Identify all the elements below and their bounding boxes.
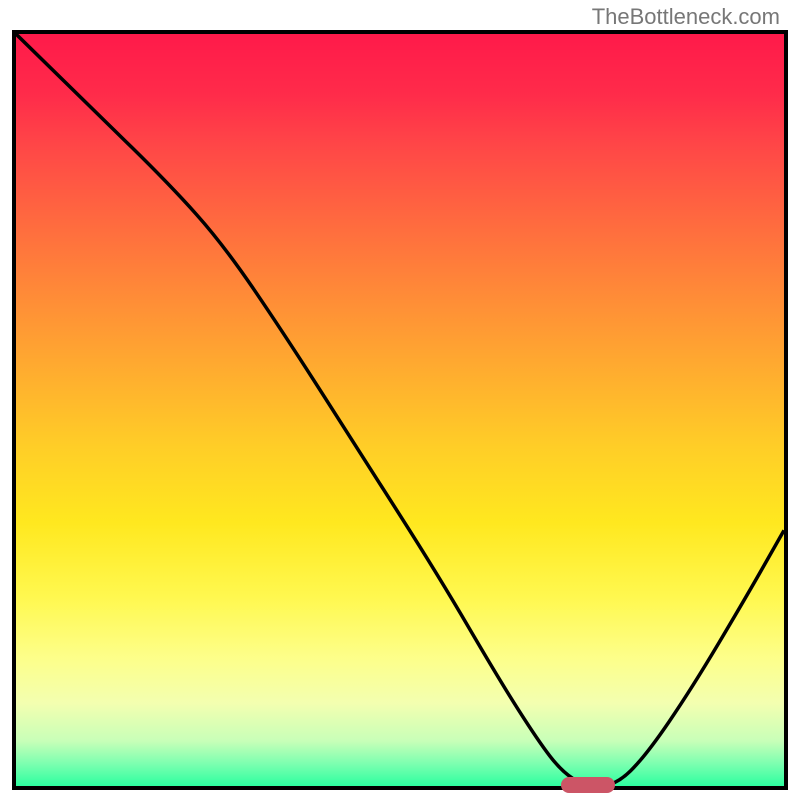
watermark-text: TheBottleneck.com (592, 4, 780, 30)
chart-curve (16, 34, 784, 786)
minimum-marker (561, 777, 615, 793)
